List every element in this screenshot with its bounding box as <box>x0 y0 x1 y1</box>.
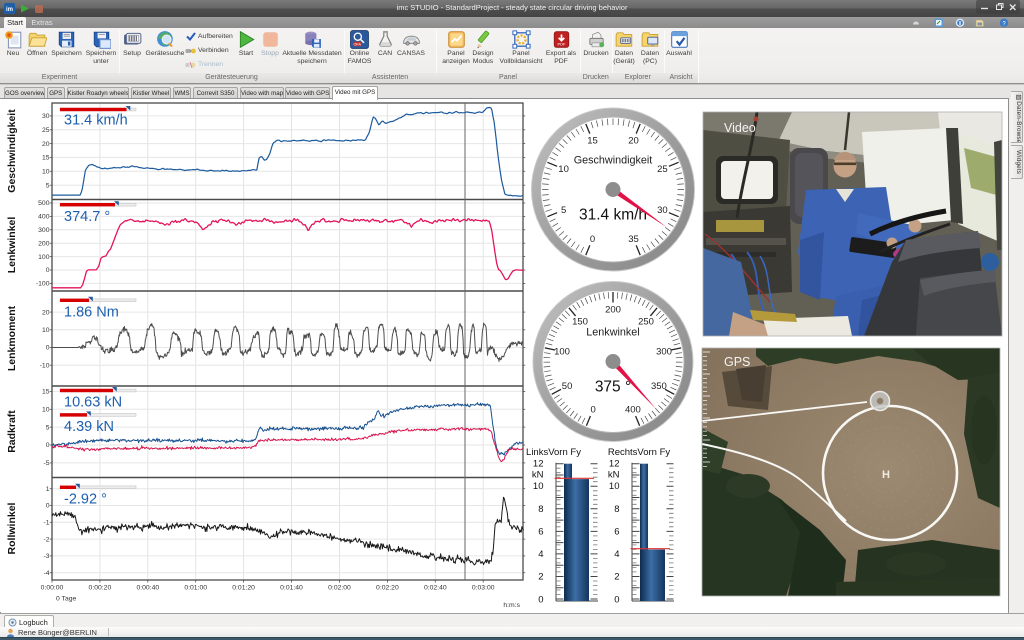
svg-text:-5: -5 <box>43 460 49 467</box>
svg-text:100: 100 <box>38 254 50 261</box>
svg-text:-3: -3 <box>43 553 49 560</box>
svg-text:Video: Video <box>724 121 756 135</box>
svg-text:-10: -10 <box>40 362 50 369</box>
svg-text:374.7 °: 374.7 ° <box>64 209 110 225</box>
svg-text:-4: -4 <box>43 570 49 577</box>
svg-text:Lenkmoment: Lenkmoment <box>6 305 18 371</box>
svg-text:RechtsVorn Fy: RechtsVorn Fy <box>608 447 671 458</box>
svg-text:10: 10 <box>42 407 50 414</box>
svg-text:H: H <box>882 469 890 481</box>
svg-text:0:01:00: 0:01:00 <box>184 585 207 592</box>
svg-text:200: 200 <box>38 240 50 247</box>
svg-text:0: 0 <box>538 594 543 605</box>
svg-text:350: 350 <box>651 381 667 392</box>
svg-text:0: 0 <box>46 503 50 510</box>
svg-text:Geschwindigkeit: Geschwindigkeit <box>6 109 18 193</box>
svg-text:35: 35 <box>628 234 639 245</box>
svg-text:LinksVorn Fy: LinksVorn Fy <box>526 447 581 458</box>
svg-text:0: 0 <box>590 234 595 245</box>
svg-text:8: 8 <box>614 504 619 515</box>
svg-text:Lenkwinkel: Lenkwinkel <box>6 217 18 274</box>
svg-text:400: 400 <box>625 405 641 416</box>
svg-text:0:00:00: 0:00:00 <box>41 585 64 592</box>
svg-text:0: 0 <box>46 267 50 274</box>
svg-text:0:02:00: 0:02:00 <box>328 585 351 592</box>
svg-text:Radkraft: Radkraft <box>6 410 18 453</box>
svg-text:0: 0 <box>46 345 50 352</box>
svg-text:12: 12 <box>609 459 620 470</box>
svg-text:31.4 km/h: 31.4 km/h <box>64 113 128 129</box>
svg-text:30: 30 <box>657 205 668 216</box>
svg-text:6: 6 <box>538 526 543 537</box>
svg-text:-2.92 °: -2.92 ° <box>64 492 107 508</box>
svg-text:0 Tage: 0 Tage <box>56 596 77 603</box>
svg-text:1: 1 <box>46 486 50 493</box>
svg-text:25: 25 <box>42 127 50 134</box>
svg-text:-2: -2 <box>43 536 49 543</box>
svg-text:10: 10 <box>609 481 620 492</box>
svg-text:h:m:s: h:m:s <box>503 602 520 609</box>
svg-text:5: 5 <box>561 205 566 216</box>
svg-text:0: 0 <box>614 594 619 605</box>
svg-text:31.4 km/h: 31.4 km/h <box>579 207 647 224</box>
svg-text:-1: -1 <box>43 520 49 527</box>
svg-text:OFA: OFA <box>353 42 361 46</box>
svg-text:100: 100 <box>554 347 570 358</box>
svg-text:20: 20 <box>42 141 50 148</box>
svg-text:Geschwindigkeit: Geschwindigkeit <box>574 155 653 167</box>
svg-text:2: 2 <box>614 572 619 583</box>
svg-text:300: 300 <box>38 227 50 234</box>
svg-text:30: 30 <box>42 113 50 120</box>
svg-text:0: 0 <box>590 405 595 416</box>
svg-text:15: 15 <box>587 135 598 146</box>
svg-text:0:02:20: 0:02:20 <box>376 585 399 592</box>
svg-text:10: 10 <box>533 481 544 492</box>
svg-text:0:00:20: 0:00:20 <box>89 585 112 592</box>
svg-text:Rollwinkel: Rollwinkel <box>6 502 18 554</box>
svg-text:12: 12 <box>533 459 544 470</box>
svg-text:10: 10 <box>558 164 569 175</box>
svg-text:25: 25 <box>657 164 668 175</box>
svg-text:250: 250 <box>638 317 654 328</box>
svg-text:8: 8 <box>538 504 543 515</box>
svg-text:300: 300 <box>656 347 672 358</box>
svg-text:200: 200 <box>605 305 621 316</box>
svg-text:0:01:40: 0:01:40 <box>280 585 303 592</box>
svg-text:50: 50 <box>562 381 573 392</box>
svg-text:5: 5 <box>46 182 50 189</box>
svg-text:GPS: GPS <box>724 355 750 369</box>
svg-text:-100: -100 <box>36 281 50 288</box>
svg-text:20: 20 <box>628 135 639 146</box>
svg-text:4.39 kN: 4.39 kN <box>64 419 114 435</box>
svg-text:15: 15 <box>42 389 50 396</box>
svg-text:0:00:40: 0:00:40 <box>136 585 159 592</box>
svg-text:PDF: PDF <box>557 42 566 47</box>
svg-text:0:01:20: 0:01:20 <box>232 585 255 592</box>
svg-text:10.63 kN: 10.63 kN <box>64 395 122 411</box>
svg-text:10: 10 <box>42 169 50 176</box>
svg-text:6: 6 <box>614 526 619 537</box>
svg-text:5: 5 <box>46 424 50 431</box>
svg-text:2: 2 <box>538 572 543 583</box>
svg-text:Lenkwinkel: Lenkwinkel <box>586 327 639 339</box>
svg-text:15: 15 <box>42 155 50 162</box>
svg-text:0: 0 <box>46 442 50 449</box>
svg-text:1.86 Nm: 1.86 Nm <box>64 305 119 321</box>
svg-text:0:03:00: 0:03:00 <box>472 585 495 592</box>
svg-text:375 °: 375 ° <box>595 379 631 396</box>
svg-text:4: 4 <box>538 549 543 560</box>
svg-text:500: 500 <box>38 200 50 207</box>
svg-text:kN: kN <box>532 470 544 481</box>
svg-text:4: 4 <box>614 549 619 560</box>
svg-text:20: 20 <box>42 309 50 316</box>
svg-text:0:02:40: 0:02:40 <box>424 585 447 592</box>
svg-text:400: 400 <box>38 214 50 221</box>
svg-text:10: 10 <box>42 327 50 334</box>
svg-text:kN: kN <box>608 470 620 481</box>
